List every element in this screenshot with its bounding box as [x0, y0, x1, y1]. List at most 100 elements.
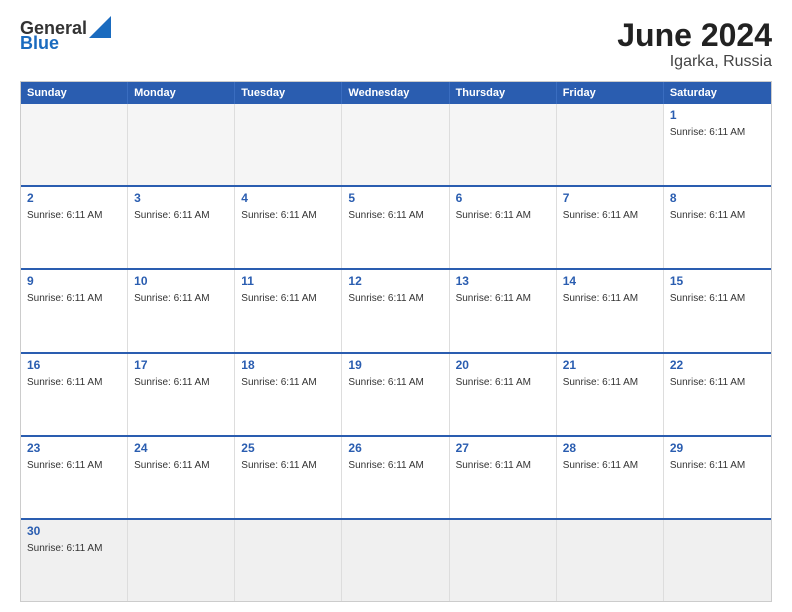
day-number: 5	[348, 191, 442, 205]
sunrise-time: Sunrise: 6:11 AM	[670, 210, 745, 221]
day-number: 14	[563, 274, 657, 288]
day-number: 26	[348, 441, 442, 455]
calendar-page: General Blue June 2024 Igarka, Russia Su…	[0, 0, 792, 612]
calendar-cell-4-1: 16 Sunrise: 6:11 AM	[21, 354, 128, 435]
calendar-cell-5-5: 27Sunrise: 6:11 AM	[450, 437, 557, 518]
sunrise-time: Sunrise: 6:11 AM	[27, 210, 102, 221]
calendar-cell-2-1: 2 Sunrise: 6:11 AM	[21, 187, 128, 268]
sunrise-time: Sunrise: 6:11 AM	[670, 460, 745, 471]
calendar-cell-6-5	[450, 520, 557, 601]
sunrise-time: Sunrise: 6:11 AM	[563, 377, 638, 388]
sunrise-time: Sunrise: 6:11 AM	[134, 460, 209, 471]
page-header: General Blue June 2024 Igarka, Russia	[20, 18, 772, 71]
calendar-cell-4-6: 21 Sunrise: 6:11 AM	[557, 354, 664, 435]
day-number: 25	[241, 441, 335, 455]
calendar-cell-1-3	[235, 104, 342, 185]
day-number: 2	[27, 191, 121, 205]
sunrise-time: Sunrise: 6:11 AM	[241, 210, 316, 221]
calendar-cell-6-4	[342, 520, 449, 601]
day-number: 28	[563, 441, 657, 455]
sunrise-time: Sunrise: 6:11 AM	[27, 377, 102, 388]
day-number: 6	[456, 191, 550, 205]
day-number: 18	[241, 358, 335, 372]
sunrise-time: Sunrise: 6:11 AM	[27, 460, 102, 471]
day-number: 10	[134, 274, 228, 288]
header-saturday: Saturday	[664, 82, 771, 104]
day-number: 17	[134, 358, 228, 372]
sunrise-time: Sunrise: 6:11 AM	[27, 293, 102, 304]
sunrise-time: Sunrise: 6:11 AM	[134, 293, 209, 304]
calendar-cell-2-6: 7 Sunrise: 6:11 AM	[557, 187, 664, 268]
calendar-row-3: 9Sunrise: 6:11 AM10Sunrise: 6:11 AM11Sun…	[21, 268, 771, 351]
calendar-cell-5-1: 23 Sunrise: 6:11 AM	[21, 437, 128, 518]
logo: General Blue	[20, 18, 111, 52]
logo-blue: Blue	[20, 34, 59, 52]
calendar-cell-1-4	[342, 104, 449, 185]
calendar-cell-6-1: 30 Sunrise: 6:11 AM	[21, 520, 128, 601]
calendar-grid: Sunday Monday Tuesday Wednesday Thursday…	[20, 81, 772, 602]
day-number: 11	[241, 274, 335, 288]
calendar-cell-1-7: 1Sunrise: 6:11 AM	[664, 104, 771, 185]
calendar-cell-4-2: 17 Sunrise: 6:11 AM	[128, 354, 235, 435]
sunrise-time: Sunrise: 6:11 AM	[670, 377, 745, 388]
calendar-cell-3-2: 10 Sunrise: 6:11 AM	[128, 270, 235, 351]
day-number: 13	[456, 274, 550, 288]
calendar-cell-4-3: 18 Sunrise: 6:11 AM	[235, 354, 342, 435]
day-number: 7	[563, 191, 657, 205]
day-number: 21	[563, 358, 657, 372]
day-number: 19	[348, 358, 442, 372]
calendar-header: Sunday Monday Tuesday Wednesday Thursday…	[21, 82, 771, 104]
header-sunday: Sunday	[21, 82, 128, 104]
sunrise-time: Sunrise: 6:11 AM	[27, 543, 102, 554]
sunrise-time: Sunrise: 6:11 AM	[563, 293, 638, 304]
calendar-cell-5-6: 28Sunrise: 6:11 AM	[557, 437, 664, 518]
calendar-cell-1-6	[557, 104, 664, 185]
calendar-cell-2-7: 8Sunrise: 6:11 AM	[664, 187, 771, 268]
calendar-cell-3-5: 13Sunrise: 6:11 AM	[450, 270, 557, 351]
header-wednesday: Wednesday	[342, 82, 449, 104]
day-number: 9	[27, 274, 121, 288]
calendar-cell-4-5: 20Sunrise: 6:11 AM	[450, 354, 557, 435]
sunrise-time: Sunrise: 6:11 AM	[563, 210, 638, 221]
day-number: 22	[670, 358, 765, 372]
calendar-cell-2-5: 6 Sunrise: 6:11 AM	[450, 187, 557, 268]
sunrise-time: Sunrise: 6:11 AM	[241, 460, 316, 471]
sunrise-time: Sunrise: 6:11 AM	[348, 293, 423, 304]
month-year-title: June 2024	[617, 18, 772, 53]
location-label: Igarka, Russia	[617, 53, 772, 71]
sunrise-time: Sunrise: 6:11 AM	[456, 377, 531, 388]
sunrise-time: Sunrise: 6:11 AM	[456, 460, 531, 471]
calendar-cell-3-4: 12Sunrise: 6:11 AM	[342, 270, 449, 351]
day-number: 16	[27, 358, 121, 372]
day-number: 23	[27, 441, 121, 455]
day-number: 4	[241, 191, 335, 205]
day-number: 30	[27, 524, 121, 538]
day-number: 15	[670, 274, 765, 288]
calendar-row-1: 1Sunrise: 6:11 AM	[21, 104, 771, 185]
sunrise-time: Sunrise: 6:11 AM	[670, 127, 745, 138]
calendar-cell-1-5	[450, 104, 557, 185]
logo-triangle-icon	[89, 16, 111, 38]
calendar-cell-1-2	[128, 104, 235, 185]
day-number: 24	[134, 441, 228, 455]
day-number: 3	[134, 191, 228, 205]
title-block: June 2024 Igarka, Russia	[617, 18, 772, 71]
calendar-cell-5-7: 29Sunrise: 6:11 AM	[664, 437, 771, 518]
calendar-row-4: 16 Sunrise: 6:11 AM 17 Sunrise: 6:11 AM 18 Su…	[21, 352, 771, 435]
sunrise-time: Sunrise: 6:11 AM	[348, 377, 423, 388]
sunrise-time: Sunrise: 6:11 AM	[456, 210, 531, 221]
calendar-cell-6-3	[235, 520, 342, 601]
header-friday: Friday	[557, 82, 664, 104]
sunrise-time: Sunrise: 6:11 AM	[134, 210, 209, 221]
sunrise-time: Sunrise: 6:11 AM	[134, 377, 209, 388]
calendar-cell-3-6: 14 Sunrise: 6:11 AM	[557, 270, 664, 351]
sunrise-time: Sunrise: 6:11 AM	[348, 210, 423, 221]
calendar-cell-2-4: 5 Sunrise: 6:11 AM	[342, 187, 449, 268]
sunrise-time: Sunrise: 6:11 AM	[241, 377, 316, 388]
calendar-cell-3-7: 15Sunrise: 6:11 AM	[664, 270, 771, 351]
calendar-body: 1Sunrise: 6:11 AM 2 Sunrise: 6:11 AM 3 Sunri…	[21, 104, 771, 601]
calendar-cell-2-2: 3 Sunrise: 6:11 AM	[128, 187, 235, 268]
calendar-cell-3-3: 11Sunrise: 6:11 AM	[235, 270, 342, 351]
calendar-cell-5-2: 24 Sunrise: 6:11 AM	[128, 437, 235, 518]
calendar-cell-6-7	[664, 520, 771, 601]
